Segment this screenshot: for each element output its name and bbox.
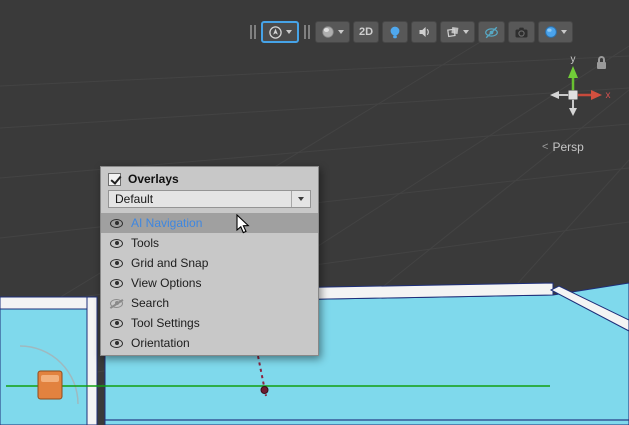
- overlays-enabled-checkbox[interactable]: [108, 173, 121, 186]
- view-2d-label: 2D: [359, 26, 373, 38]
- lighting-icon: [388, 25, 402, 40]
- scene-view-toolbar: 2D: [248, 20, 573, 44]
- chevron-down-icon: [463, 30, 469, 34]
- wall-left-top[interactable]: [0, 297, 97, 309]
- eye-icon[interactable]: [110, 339, 123, 348]
- eye-icon[interactable]: [110, 319, 123, 328]
- gizmo-center-cube[interactable]: [569, 91, 578, 100]
- eye-slash-icon[interactable]: [110, 299, 123, 308]
- overlay-drag-handle[interactable]: [250, 25, 256, 39]
- axis-x[interactable]: x: [573, 90, 611, 101]
- audio-toggle-button[interactable]: [411, 21, 437, 43]
- view-2d-button[interactable]: 2D: [353, 21, 379, 43]
- overlay-menu-icon: [268, 25, 283, 40]
- collapse-icon: <: [542, 141, 548, 153]
- chevron-down-icon: [561, 30, 567, 34]
- overlay-item-ai-navigation[interactable]: AI Navigation: [101, 213, 318, 233]
- eye-icon[interactable]: [110, 279, 123, 288]
- overlays-menu-header: Overlays: [101, 167, 318, 190]
- overlay-preset-value: Default: [115, 192, 291, 206]
- axis-y-label: y: [571, 54, 576, 65]
- scene-camera-button[interactable]: [508, 21, 535, 43]
- wall-left-vertical[interactable]: [87, 297, 97, 425]
- scene-visibility-icon: [484, 25, 499, 40]
- audio-icon: [417, 25, 431, 39]
- overlay-item-view-options[interactable]: View Options: [101, 273, 318, 293]
- dropdown-caret-box: [291, 191, 304, 207]
- overlay-preset-dropdown[interactable]: Default: [108, 190, 311, 208]
- overlay-item-orientation[interactable]: Orientation: [101, 333, 318, 353]
- mouse-cursor: [236, 214, 250, 235]
- unity-scene-view: 2D: [0, 0, 629, 425]
- scene-visibility-button[interactable]: [478, 21, 505, 43]
- eye-icon[interactable]: [110, 239, 123, 248]
- lock-icon[interactable]: [597, 56, 606, 69]
- axis-y[interactable]: y: [568, 54, 578, 95]
- toolbar-drag-handle[interactable]: [304, 25, 310, 39]
- axis-x-label: x: [606, 90, 611, 101]
- eye-icon[interactable]: [110, 219, 123, 228]
- shading-mode-icon: [321, 25, 335, 39]
- overlay-item-tool-settings[interactable]: Tool Settings: [101, 313, 318, 333]
- lighting-toggle-button[interactable]: [382, 21, 408, 43]
- effects-icon: [446, 25, 460, 39]
- shading-mode-button[interactable]: [315, 21, 350, 43]
- chevron-down-icon: [286, 30, 292, 34]
- overlay-item-grid-and-snap[interactable]: Grid and Snap: [101, 253, 318, 273]
- path-endpoint-dot: [261, 387, 268, 394]
- overlay-menu-button[interactable]: [261, 21, 299, 43]
- navmesh-area-left[interactable]: [0, 309, 88, 425]
- overlay-item-search[interactable]: Search: [101, 293, 318, 313]
- projection-label: Persp: [552, 140, 583, 154]
- chevron-down-icon: [298, 197, 304, 201]
- chevron-down-icon: [338, 30, 344, 34]
- projection-switch[interactable]: < Persp: [542, 140, 584, 154]
- effects-button[interactable]: [440, 21, 475, 43]
- eye-icon[interactable]: [110, 259, 123, 268]
- overlay-item-tools[interactable]: Tools: [101, 233, 318, 253]
- overlays-menu: Overlays Default AI Navigation Tools Gri…: [100, 166, 319, 356]
- gizmos-button[interactable]: [538, 21, 573, 43]
- gizmos-icon: [544, 25, 558, 39]
- camera-icon: [514, 26, 529, 39]
- overlays-menu-title: Overlays: [128, 172, 179, 186]
- furniture-object[interactable]: [38, 371, 62, 399]
